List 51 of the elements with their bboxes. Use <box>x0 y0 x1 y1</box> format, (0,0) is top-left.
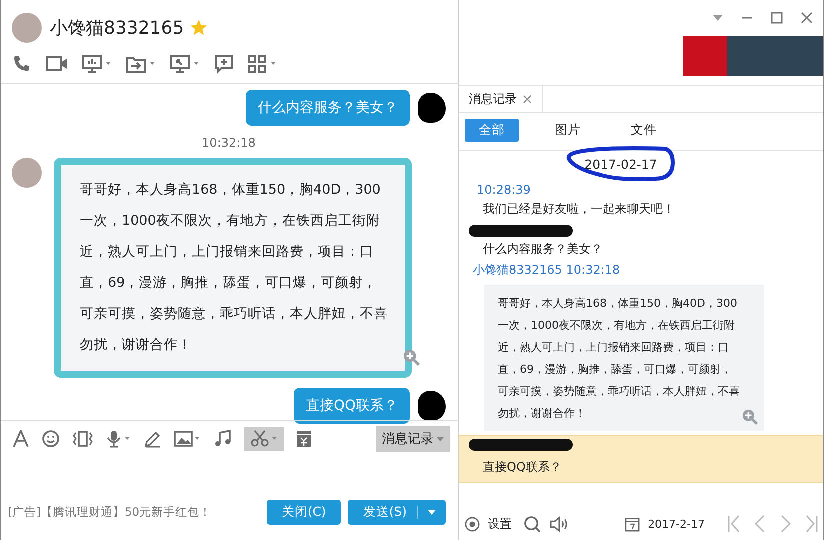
filter-tab[interactable]: 文件 <box>617 119 671 142</box>
search-icon[interactable] <box>524 516 541 532</box>
close-icon[interactable] <box>523 94 532 104</box>
message-history-button[interactable]: 消息记录 <box>376 426 450 452</box>
chat-bubble: 哥哥好，本人身高168，体重150，胸40D，300一次，1000夜不限次，有地方，在铁西启工街附近，熟人可上门，上门报销来回路费，项目：口直，69，漫游，胸推，舔蛋，可口爆，可颜射，可亲可摸，姿势随意，乖巧听话，本人胖妞，不喜勿扰，谢谢合作！ <box>54 158 412 378</box>
redacted-avatar <box>418 93 446 123</box>
settings-icon[interactable] <box>465 516 480 532</box>
add-chat-icon[interactable] <box>214 54 234 74</box>
history-tab[interactable]: 消息记录 <box>459 86 543 112</box>
message-time: 10:32:18 <box>201 136 257 150</box>
caret-icon <box>428 510 436 514</box>
history-date: 2017-02-17 <box>584 156 658 172</box>
message-text: 直接QQ联系？ <box>482 459 563 476</box>
apps-grid-icon[interactable] <box>248 55 278 73</box>
chat-bubble: 什么内容服务？美女？ <box>246 90 410 126</box>
dropdown-icon[interactable] <box>713 15 723 21</box>
avatar <box>12 158 42 188</box>
screen-share-icon[interactable] <box>82 55 112 73</box>
ad-text[interactable]: [广告]【腾讯理财通】50元新手红包！ <box>8 504 212 520</box>
phone-icon[interactable] <box>12 54 32 74</box>
video-camera-icon[interactable] <box>46 55 68 73</box>
maximize-icon[interactable] <box>771 12 783 24</box>
speaker-icon[interactable] <box>549 516 570 532</box>
message-time: 10:28:39 <box>476 183 532 197</box>
star-icon <box>190 19 208 37</box>
scissors-icon[interactable] <box>244 427 284 451</box>
remote-desktop-icon[interactable] <box>170 55 200 73</box>
message-text: 我们已经是好友啦，一起来聊天吧！ <box>482 201 676 218</box>
font-icon[interactable] <box>12 430 30 448</box>
image-icon[interactable] <box>174 430 202 448</box>
message-text: 什么内容服务？美女？ <box>482 241 604 258</box>
redacted-avatar <box>418 391 446 421</box>
emoji-icon[interactable] <box>42 430 60 448</box>
sender-time: 小馋猫8332165 10:32:18 <box>473 262 622 279</box>
settings-label[interactable]: 设置 <box>488 516 512 532</box>
pen-icon[interactable] <box>144 430 162 448</box>
close-icon[interactable] <box>801 12 813 24</box>
date-field[interactable]: 2017-2-17 <box>648 518 705 530</box>
zoom-in-icon[interactable] <box>403 349 420 366</box>
window-title: 小馋猫8332165 <box>50 17 184 40</box>
envelope-icon[interactable] <box>296 430 312 448</box>
shake-icon[interactable] <box>72 430 94 448</box>
zoom-in-icon[interactable] <box>742 409 758 425</box>
chat-bubble: 直接QQ联系？ <box>294 388 410 424</box>
microphone-icon[interactable] <box>106 430 132 448</box>
caret-icon <box>437 436 444 442</box>
music-note-icon[interactable] <box>214 430 232 448</box>
message-text: 哥哥好，本人身高168，体重150，胸40D，300一次，1000夜不限次，有地方，在铁西启工街附近，熟人可上门，上门报销来回路费，项目：口直，69，漫游，胸推，舔蛋，可口爆，可颜射，可亲可摸，姿势随意，乖巧听话，本人胖妞，不喜勿扰，谢谢合作！ <box>498 296 740 422</box>
calendar-icon[interactable] <box>625 516 640 532</box>
filter-tab[interactable]: 图片 <box>541 119 595 142</box>
file-transfer-icon[interactable] <box>126 55 156 73</box>
